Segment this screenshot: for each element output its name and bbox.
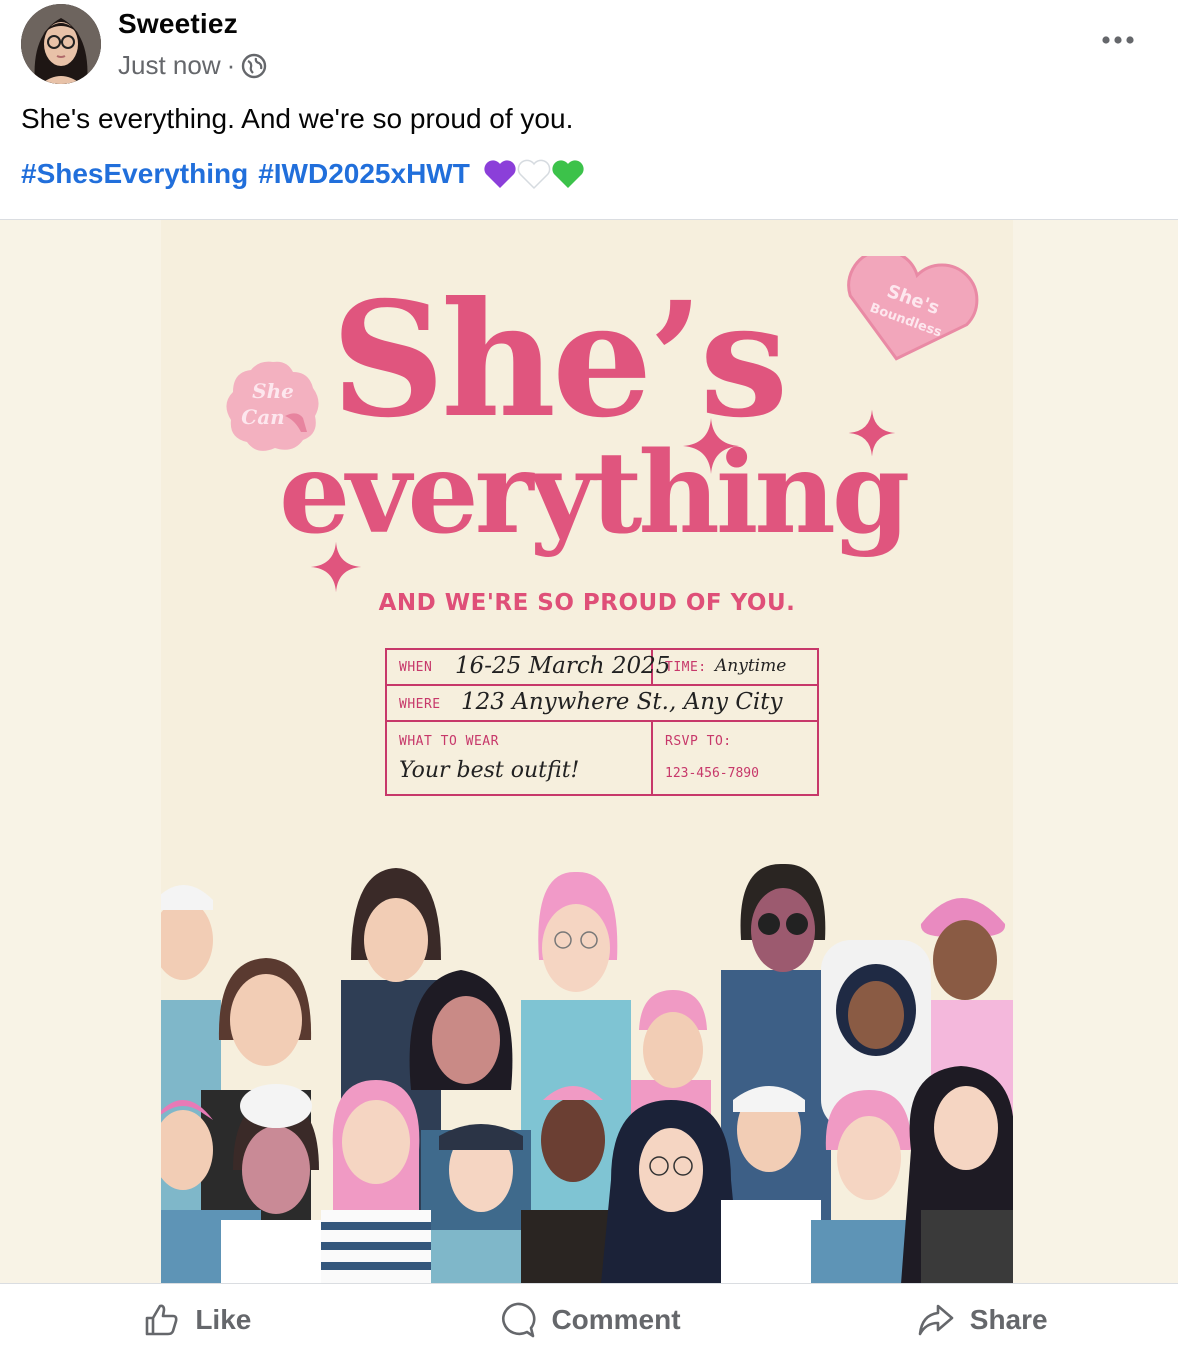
hashtag-line: #ShesEverything #IWD2025xHWT [21,158,584,190]
hashtag-iwd2025[interactable]: #IWD2025xHWT [258,158,470,190]
iwd-poster: She Can She's Boundless She’s everything… [161,220,1013,1284]
wear-value: Your best outfit! [399,758,580,783]
like-label: Like [195,1304,252,1335]
where-label: WHERE [399,697,441,712]
post-action-bar: Like Comment Share [0,1283,1178,1356]
heart-emojis [482,158,584,190]
profile-photo [21,4,101,84]
more-options-icon[interactable] [1098,28,1138,52]
meta-separator: · [226,50,236,80]
poster-subtitle: AND WE'RE SO PROUD OF YOU. [378,590,796,616]
avatar[interactable] [21,4,101,84]
facebook-post: Sweetiez Just now · She's everything. An… [0,0,1178,1356]
hashtag-shes-everything[interactable]: #ShesEverything [21,158,248,190]
event-info-table: WHEN 16-25 March 2025 TIME: Anytime WHER… [385,648,819,796]
rsvp-value: 123-456-7890 [665,766,759,781]
comment-label: Comment [551,1304,681,1335]
share-arrow-icon [918,1304,954,1336]
time-label: TIME: [665,660,707,675]
woman-figure [601,1100,741,1284]
green-heart-icon [552,160,584,188]
author-name[interactable]: Sweetiez [118,8,238,40]
poster-title-shes: She’s [331,268,788,453]
post-image-container[interactable]: She Can She's Boundless She’s everything… [0,219,1178,1284]
share-button[interactable]: Share [785,1284,1178,1356]
badge-can-text: Can [241,405,284,429]
rsvp-label: RSVP TO: [665,734,732,749]
when-label: WHEN [399,660,433,675]
divider [651,722,653,796]
share-label: Share [969,1304,1048,1335]
where-value: 123 Anywhere St., Any City [461,689,783,715]
thumbs-up-icon [146,1304,178,1336]
time-value: Anytime [715,656,787,676]
timestamp[interactable]: Just now [118,50,221,81]
woman-figure [901,1066,1013,1284]
comment-icon [502,1302,536,1338]
like-button[interactable]: Like [0,1284,393,1356]
purple-heart-icon [484,160,516,188]
wear-label: WHAT TO WEAR [399,734,499,749]
when-value: 16-25 March 2025 [455,653,671,679]
comment-button[interactable]: Comment [393,1284,786,1356]
shes-boundless-badge: She's Boundless [847,256,979,361]
women-crowd-illustration [161,863,1013,1284]
globe-icon[interactable] [241,53,267,79]
woman-figure [321,1080,431,1284]
post-meta: Just now · [118,50,267,81]
post-caption: She's everything. And we're so proud of … [21,103,574,134]
badge-she-text: She [252,379,294,403]
white-heart-icon [517,159,551,190]
poster-title-everything: everything [279,428,910,559]
